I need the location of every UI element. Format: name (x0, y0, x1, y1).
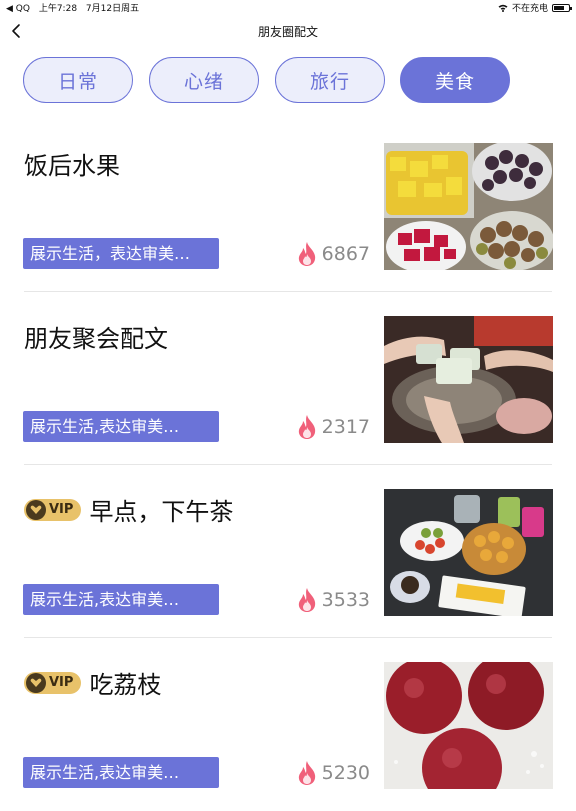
vip-badge: VIP (24, 671, 82, 694)
hot-count-value: 3533 (321, 589, 370, 611)
item-title: 饭后水果 (24, 152, 120, 180)
charging-status: 不在充电 (511, 4, 548, 14)
vip-label: VIP (49, 675, 74, 690)
lychees-image (384, 662, 553, 789)
hot-count: 2317 (296, 414, 370, 440)
item-tag: 展示生活,表达审美… (23, 584, 219, 615)
status-date: 7月12日周五 (85, 4, 140, 14)
wifi-icon (498, 4, 508, 12)
item-title: 早点，下午茶 (89, 498, 234, 526)
afternoon-tea-image (384, 489, 553, 616)
divider (24, 291, 552, 292)
heart-crown-icon (26, 672, 46, 693)
page-title: 朋友圈配文 (257, 25, 318, 39)
flame-icon (298, 242, 315, 266)
item-title: 朋友聚会配文 (24, 325, 168, 353)
list-item[interactable]: 饭后水果 展示生活，表达审美… 6867 (0, 120, 576, 292)
divider (24, 464, 552, 465)
category-tabs: 日常 心绪 旅行 美食 (23, 57, 553, 105)
vip-badge: VIP (24, 498, 82, 521)
item-tag: 展示生活，表达审美… (23, 238, 219, 269)
fruit-plates-image (384, 143, 553, 270)
hot-count: 6867 (296, 241, 370, 267)
tab-daily[interactable]: 日常 (23, 57, 133, 103)
vip-label: VIP (49, 502, 74, 517)
item-title: 吃荔枝 (89, 671, 162, 699)
hot-count-value: 6867 (321, 243, 370, 265)
item-tag: 展示生活,表达审美… (23, 757, 219, 788)
list-item[interactable]: 朋友聚会配文 展示生活,表达审美… 2317 (0, 293, 576, 465)
hot-count-value: 5230 (321, 762, 370, 784)
list-item[interactable]: VIP 早点，下午茶 展示生活,表达审美… 3533 (0, 466, 576, 638)
flame-icon (298, 415, 315, 439)
hot-count: 3533 (296, 587, 370, 613)
tab-travel[interactable]: 旅行 (275, 57, 385, 103)
tab-food[interactable]: 美食 (400, 57, 510, 103)
battery-icon (552, 3, 572, 12)
hot-count-value: 2317 (321, 416, 370, 438)
back-to-app-label[interactable]: ◀ QQ (6, 4, 30, 14)
status-bar: ◀ QQ 上午7:28 7月12日周五 不在充电 (0, 0, 576, 14)
list-item[interactable]: VIP 吃荔枝 展示生活,表达审美… 5230 (0, 639, 576, 811)
flame-icon (298, 588, 315, 612)
heart-crown-icon (26, 499, 46, 520)
tab-mood[interactable]: 心绪 (149, 57, 259, 103)
hot-count: 5230 (296, 760, 370, 786)
item-tag: 展示生活,表达审美… (23, 411, 219, 442)
flame-icon (298, 761, 315, 785)
cheers-hotpot-image (384, 316, 553, 443)
nav-bar: 朋友圈配文 (0, 14, 576, 48)
divider (24, 637, 552, 638)
status-time: 上午7:28 (38, 4, 78, 14)
